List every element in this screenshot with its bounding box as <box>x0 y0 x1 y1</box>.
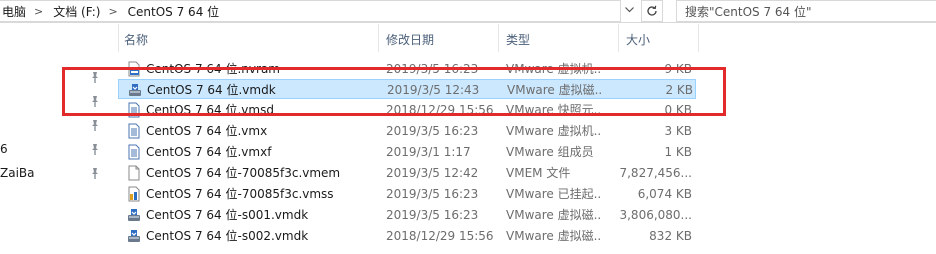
file-name: CentOS 7 64 位-s002.vmdk <box>146 229 309 243</box>
column-header-size[interactable]: 大小 <box>626 28 650 50</box>
search-input[interactable]: 搜索"CentOS 7 64 位" <box>676 0 936 22</box>
refresh-icon[interactable] <box>641 0 663 22</box>
file-size: 6,074 KB <box>637 187 692 201</box>
column-header-size-label: 大小 <box>626 32 651 47</box>
file-date: 2019/3/1 1:17 <box>386 145 471 159</box>
file-name: CentOS 7 64 位.vmxf <box>146 145 272 159</box>
file-date: 2018/12/29 15:56 <box>386 229 494 243</box>
pin-icon[interactable] <box>88 142 102 156</box>
file-type: VMEM 文件 <box>506 166 571 180</box>
file-row[interactable]: CentOS 7 64 位.vmxf 2019/3/1 1:17 VMware … <box>118 142 696 162</box>
file-type: VMware 已挂起... <box>506 187 602 201</box>
file-date: 2019/3/5 12:42 <box>386 166 479 180</box>
pin-icon[interactable] <box>88 118 102 132</box>
file-size: 832 KB <box>649 229 692 243</box>
suspended-state-icon <box>126 186 142 202</box>
file-type: VMware 虚拟磁... <box>506 229 602 243</box>
column-divider[interactable] <box>618 24 619 52</box>
search-placeholder: 搜索"CentOS 7 64 位" <box>685 4 812 19</box>
nav-item-6[interactable]: 6 <box>0 142 8 156</box>
file-name: CentOS 7 64 位-70085f3c.vmem <box>146 166 341 180</box>
file-name: CentOS 7 64 位-s001.vmdk <box>146 208 309 222</box>
highlight-annotation-box <box>62 67 726 116</box>
virtual-disk-icon <box>126 228 142 244</box>
column-divider[interactable] <box>698 24 699 52</box>
document-icon <box>126 123 142 139</box>
nav-item-zaiba[interactable]: ZaiBa <box>0 166 35 180</box>
column-header-date[interactable]: 修改日期 <box>386 28 434 50</box>
pin-icon[interactable] <box>88 166 102 180</box>
column-header-name[interactable]: 名称 <box>124 28 148 50</box>
column-divider <box>118 24 119 52</box>
file-row[interactable]: CentOS 7 64 位.vmx 2019/3/5 16:23 VMware … <box>118 121 696 141</box>
file-row[interactable]: CentOS 7 64 位-s002.vmdk 2018/12/29 15:56… <box>118 226 696 246</box>
file-row[interactable]: CentOS 7 64 位-s001.vmdk 2019/3/5 16:23 V… <box>118 205 696 225</box>
column-divider[interactable] <box>378 24 379 52</box>
column-header-type-label: 类型 <box>506 32 531 47</box>
file-name: CentOS 7 64 位.vmx <box>146 124 268 138</box>
file-type: VMware 组成员 <box>506 145 594 159</box>
file-size: 3,806,080... <box>619 208 692 222</box>
file-size: 7,827,456... <box>619 166 692 180</box>
breadcrumb-drive[interactable]: 文档 (F:) <box>53 3 100 20</box>
column-divider[interactable] <box>498 24 499 52</box>
breadcrumb-folder[interactable]: CentOS 7 64 位 <box>128 3 219 20</box>
column-header-name-label: 名称 <box>124 32 149 47</box>
column-header-type[interactable]: 类型 <box>506 28 530 50</box>
file-type: VMware 虚拟机... <box>506 124 602 138</box>
file-size: 1 KB <box>664 145 692 159</box>
address-dropdown-icon[interactable] <box>621 0 638 20</box>
file-date: 2019/3/5 16:23 <box>386 187 479 201</box>
file-size: 3 KB <box>664 124 692 138</box>
file-row[interactable]: CentOS 7 64 位-70085f3c.vmss 2019/3/5 16:… <box>118 184 696 204</box>
file-name: CentOS 7 64 位-70085f3c.vmss <box>146 187 334 201</box>
column-header-date-label: 修改日期 <box>386 32 435 47</box>
address-bar-row: 电脑 > 文档 (F:) > CentOS 7 64 位 搜索"CentOS 7… <box>0 0 936 23</box>
file-row[interactable]: CentOS 7 64 位-70085f3c.vmem 2019/3/5 12:… <box>118 163 696 183</box>
file-date: 2019/3/5 16:23 <box>386 124 479 138</box>
breadcrumb-computer[interactable]: 电脑 <box>2 3 26 20</box>
breadcrumb-separator-icon: > <box>108 4 118 18</box>
file-date: 2019/3/5 16:23 <box>386 208 479 222</box>
blank-file-icon <box>126 165 142 181</box>
virtual-disk-icon <box>126 207 142 223</box>
breadcrumb[interactable]: 电脑 > 文档 (F:) > CentOS 7 64 位 <box>0 0 621 22</box>
document-icon <box>126 144 142 160</box>
file-type: VMware 虚拟磁... <box>506 208 602 222</box>
breadcrumb-separator-icon: > <box>34 4 44 18</box>
